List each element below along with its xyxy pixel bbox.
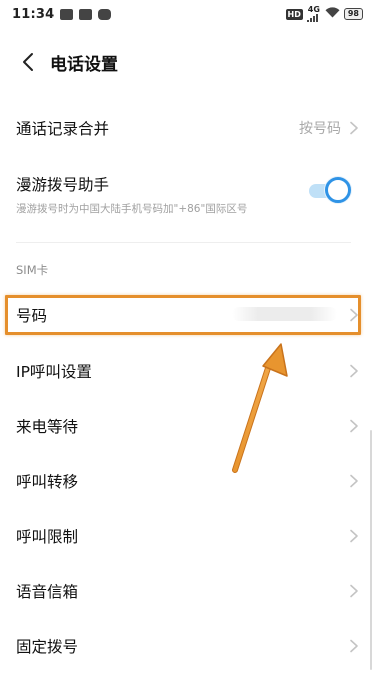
- sim-item-label: 呼叫限制: [16, 528, 79, 546]
- sim-section-title: SIM卡: [16, 263, 49, 277]
- sim-item-label: 呼叫转移: [16, 473, 79, 491]
- chevron-right-icon: [350, 364, 358, 378]
- chevron-right-icon: [350, 584, 358, 598]
- status-right: HD 4G 98: [285, 5, 363, 22]
- chevron-right-icon: [350, 474, 358, 488]
- hd-badge: HD: [285, 8, 303, 20]
- chevron-left-icon: [23, 53, 33, 71]
- status-bar: 11:34 HD 4G 98: [0, 0, 375, 28]
- top-bar: 电话设置: [0, 42, 375, 82]
- chevron-right-icon: [350, 529, 358, 543]
- sim-item-label: 语音信箱: [16, 583, 79, 601]
- mail-icon: [79, 8, 93, 20]
- merge-call-log-row[interactable]: 通话记录合并 按号码: [0, 108, 375, 148]
- sim-item-label: 来电等待: [16, 418, 79, 436]
- chevron-right-icon: [350, 639, 358, 653]
- status-left: 11:34: [12, 6, 112, 22]
- sim-item-label: IP呼叫设置: [16, 363, 92, 381]
- signal-icon: 4G: [306, 5, 321, 22]
- toggle-knob: [325, 177, 351, 203]
- roaming-assistant-row: 漫游拨号助手 漫游拨号时为中国大陆手机号码加"+86"国际区号: [16, 173, 316, 216]
- status-time: 11:34: [12, 6, 55, 22]
- notification-icon: [60, 8, 74, 20]
- scrollbar[interactable]: [370, 430, 372, 670]
- sim-item-label: 号码: [16, 307, 48, 325]
- roaming-assistant-description: 漫游拨号时为中国大陆手机号码加"+86"国际区号: [16, 203, 248, 215]
- sim-item-call-barring[interactable]: 呼叫限制: [0, 516, 375, 556]
- merge-call-log-value: 按号码: [299, 121, 341, 137]
- sim-item-ip-call[interactable]: IP呼叫设置: [0, 351, 375, 391]
- sim-item-voicemail[interactable]: 语音信箱: [0, 571, 375, 611]
- sim-item-fixed-dialing[interactable]: 固定拨号: [0, 626, 375, 666]
- sim-item-label: 固定拨号: [16, 638, 79, 656]
- page-title: 电话设置: [50, 54, 118, 75]
- chevron-right-icon: [350, 308, 358, 322]
- redacted-number-value: [232, 307, 337, 321]
- roaming-assistant-label: 漫游拨号助手: [16, 176, 110, 194]
- chevron-right-icon: [350, 419, 358, 433]
- sim-item-call-forwarding[interactable]: 呼叫转移: [0, 461, 375, 501]
- network-label: 4G: [307, 5, 320, 14]
- merge-call-log-label: 通话记录合并: [16, 120, 110, 138]
- app-icon: [98, 8, 112, 20]
- section-divider: [16, 242, 351, 243]
- wifi-icon: [325, 7, 340, 21]
- chevron-right-icon: [350, 121, 358, 135]
- roaming-assistant-toggle[interactable]: [305, 176, 351, 204]
- sim-item-call-waiting[interactable]: 来电等待: [0, 406, 375, 446]
- back-button[interactable]: [8, 42, 48, 82]
- battery-icon: 98: [343, 8, 363, 20]
